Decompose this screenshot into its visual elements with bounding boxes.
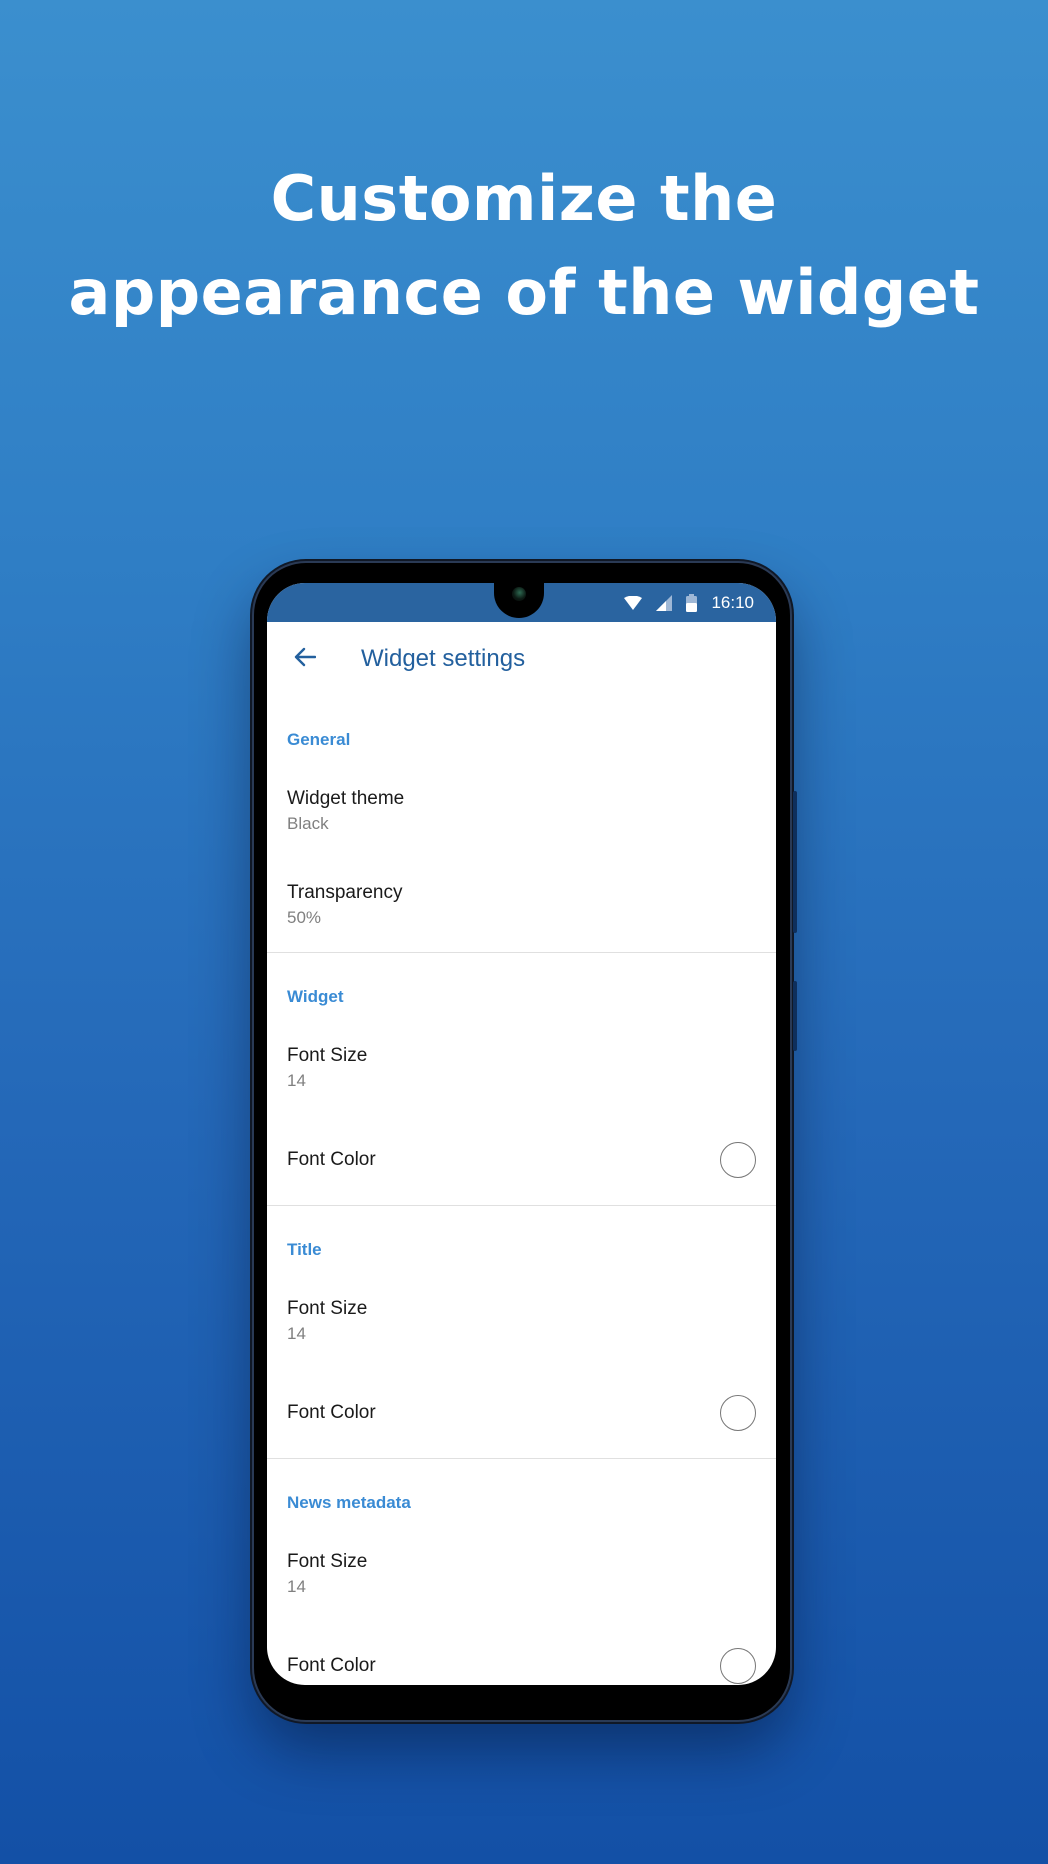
power-button [793, 981, 797, 1051]
back-button[interactable] [275, 629, 335, 689]
setting-title: Font Size [287, 1551, 368, 1572]
promo-headline: Customize the appearance of the widget [0, 152, 1048, 340]
app-bar: Widget settings [267, 622, 776, 696]
camera-notch [494, 583, 544, 618]
setting-summary: Black [287, 814, 329, 833]
wifi-icon [624, 595, 643, 610]
setting-title: Widget theme [287, 788, 405, 809]
setting-title: Font Color [287, 1655, 376, 1676]
cellular-signal-icon [656, 594, 673, 611]
volume-button [793, 791, 797, 933]
status-bar: 16:10 [267, 583, 776, 622]
settings-list: General Widget theme Black Transparency … [267, 696, 776, 1685]
section-header-news-metadata: News metadata [287, 1493, 411, 1512]
section-header-title: Title [287, 1240, 322, 1259]
setting-title: Font Size [287, 1298, 368, 1319]
setting-title: Transparency [287, 882, 403, 903]
title-font-color-setting[interactable]: Font Color [267, 1368, 776, 1458]
setting-title: Font Color [287, 1402, 376, 1423]
setting-summary: 50% [287, 908, 322, 927]
widget-font-size-setting[interactable]: Font Size 14 [267, 1021, 776, 1115]
battery-icon [686, 593, 698, 612]
metadata-font-color-setting[interactable]: Font Color [267, 1621, 776, 1685]
color-swatch[interactable] [720, 1648, 756, 1684]
phone-mockup: 16:10 Widget settings General Widget the… [254, 563, 797, 1720]
status-time: 16:10 [711, 592, 754, 612]
headline-line-1: Customize the [270, 162, 778, 235]
headline-line-2: appearance of the widget [68, 256, 980, 329]
section-header-general: General [287, 730, 351, 749]
setting-title: Font Color [287, 1149, 376, 1170]
widget-theme-setting[interactable]: Widget theme Black [267, 764, 776, 858]
page-title: Widget settings [361, 645, 526, 672]
arrow-left-icon [294, 647, 317, 672]
color-swatch[interactable] [720, 1142, 756, 1178]
setting-summary: 14 [287, 1324, 306, 1343]
widget-font-color-setting[interactable]: Font Color [267, 1115, 776, 1205]
setting-summary: 14 [287, 1071, 306, 1090]
section-header-widget: Widget [287, 987, 344, 1006]
metadata-font-size-setting[interactable]: Font Size 14 [267, 1527, 776, 1621]
setting-summary: 14 [287, 1577, 306, 1596]
phone-screen: 16:10 Widget settings General Widget the… [267, 583, 776, 1685]
transparency-setting[interactable]: Transparency 50% [267, 858, 776, 952]
setting-title: Font Size [287, 1045, 368, 1066]
title-font-size-setting[interactable]: Font Size 14 [267, 1274, 776, 1368]
color-swatch[interactable] [720, 1395, 756, 1431]
camera-icon [512, 587, 526, 601]
